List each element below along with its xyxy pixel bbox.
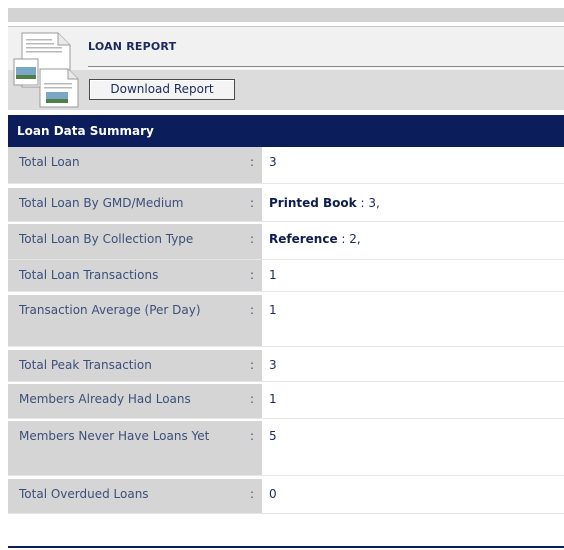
row-value: 3 xyxy=(262,350,564,381)
table-bottom-border xyxy=(8,546,564,548)
table-row: Total Loan : 3 xyxy=(8,147,564,184)
row-label: Total Loan Transactions xyxy=(8,260,250,291)
row-separator: : xyxy=(250,350,262,381)
row-label: Total Overdued Loans xyxy=(8,479,250,513)
row-value: 0 xyxy=(262,479,564,513)
download-report-button[interactable]: Download Report xyxy=(89,79,235,100)
table-row: Total Loan By GMD/Medium : Printed Book … xyxy=(8,184,564,222)
report-header: LOAN REPORT Download Report xyxy=(8,26,564,110)
row-value: Printed Book : 3, xyxy=(262,188,564,221)
row-value: 1 xyxy=(262,260,564,291)
table-row: Members Already Had Loans : 1 xyxy=(8,382,564,419)
top-strip xyxy=(0,0,564,22)
table-row: Total Loan Transactions : 1 xyxy=(8,260,564,292)
row-value: 5 xyxy=(262,421,564,475)
table-row: Total Loan By Collection Type : Referenc… xyxy=(8,222,564,260)
row-value-bold: Printed Book xyxy=(269,196,357,210)
row-label: Total Loan By Collection Type xyxy=(8,224,250,259)
table-row: Total Overdued Loans : 0 xyxy=(8,476,564,514)
document-report-icon xyxy=(13,32,79,108)
report-title: LOAN REPORT xyxy=(88,40,177,53)
table-row: Transaction Average (Per Day) : 1 xyxy=(8,292,564,347)
row-separator: : xyxy=(250,147,262,183)
row-value-suffix: : 3, xyxy=(356,196,380,210)
row-separator: : xyxy=(250,384,262,418)
row-separator: : xyxy=(250,224,262,259)
row-label: Members Never Have Loans Yet xyxy=(8,421,250,475)
row-value-bold: Reference xyxy=(269,232,338,246)
row-label: Total Loan xyxy=(8,147,250,183)
row-separator: : xyxy=(250,260,262,291)
row-separator: : xyxy=(250,295,262,346)
row-value: Reference : 2, xyxy=(262,224,564,259)
row-label: Transaction Average (Per Day) xyxy=(8,295,250,346)
row-separator: : xyxy=(250,479,262,513)
section-heading: Loan Data Summary xyxy=(8,115,564,147)
row-separator: : xyxy=(250,188,262,221)
row-value: 1 xyxy=(262,384,564,418)
row-value: 1 xyxy=(262,295,564,346)
top-bar xyxy=(8,8,564,22)
row-label: Total Loan By GMD/Medium xyxy=(8,188,250,221)
loan-summary-table: Total Loan : 3 Total Loan By GMD/Medium … xyxy=(8,147,564,514)
row-separator: : xyxy=(250,421,262,475)
row-label: Members Already Had Loans xyxy=(8,384,250,418)
table-row: Members Never Have Loans Yet : 5 xyxy=(8,419,564,476)
header-divider xyxy=(88,66,564,67)
row-label: Total Peak Transaction xyxy=(8,350,250,381)
table-row: Total Peak Transaction : 3 xyxy=(8,347,564,382)
row-value-suffix: : 2, xyxy=(337,232,361,246)
header-divider-highlight xyxy=(88,68,564,69)
row-value: 3 xyxy=(262,147,564,183)
